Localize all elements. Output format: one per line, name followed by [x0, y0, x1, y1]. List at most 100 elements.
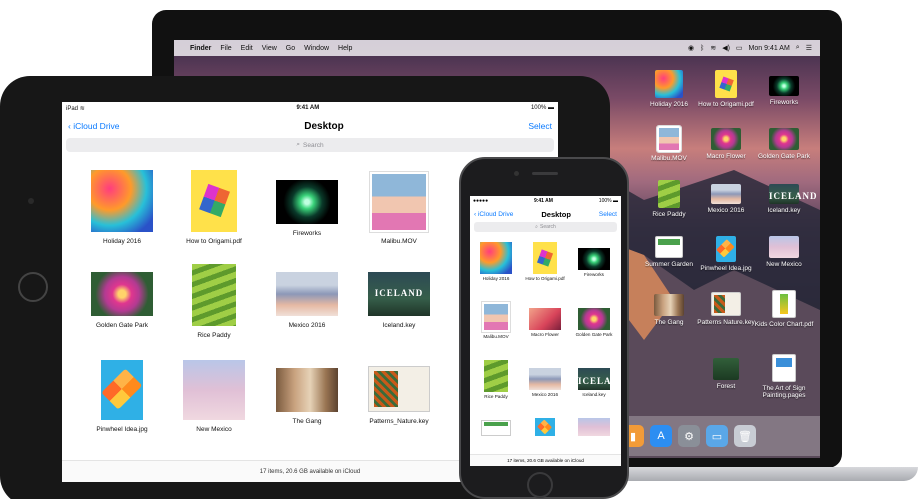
file-thumbnail — [276, 272, 338, 316]
file-thumbnail — [191, 170, 237, 232]
file-tile[interactable]: Macro Flower — [522, 308, 568, 337]
desktop-icon[interactable]: New Mexico — [754, 236, 814, 268]
file-tile[interactable]: Patterns_Nature.key — [349, 366, 449, 425]
carrier-label: iPad ≋ — [66, 105, 85, 112]
file-tile[interactable]: How to Origami.pdf — [164, 170, 264, 245]
file-tile[interactable]: Fireworks — [571, 248, 617, 277]
file-name: Rice Paddy — [197, 332, 231, 339]
iphone-home-button[interactable] — [527, 472, 553, 498]
iphone-speaker — [532, 172, 558, 175]
file-tile[interactable] — [522, 418, 568, 436]
file-thumbnail — [769, 236, 799, 258]
file-tile[interactable]: Fireworks — [257, 180, 357, 237]
file-thumbnail — [484, 360, 508, 392]
menu-window[interactable]: Window — [304, 45, 329, 52]
file-thumbnail — [535, 418, 555, 436]
battery-icon[interactable]: ▭ — [736, 44, 743, 52]
volume-icon[interactable]: ◀) — [722, 44, 730, 52]
menubar-clock[interactable]: Mon 9:41 AM — [749, 45, 790, 52]
file-thumbnail — [101, 360, 143, 420]
desktop-icon[interactable]: Kids Color Chart.pdf — [754, 290, 814, 328]
file-thumbnail — [711, 184, 741, 204]
desktop-icon[interactable]: Iceland.key — [754, 184, 814, 214]
file-tile[interactable]: Malibu.MOV — [473, 301, 519, 339]
file-thumbnail — [713, 358, 739, 380]
iphone-status-bar: ●●●●● 9:41 AM 100% ▬ — [470, 196, 621, 206]
menu-help[interactable]: Help — [338, 45, 352, 52]
search-field[interactable]: ⌕ Search — [66, 138, 554, 152]
file-tile[interactable]: Iceland.key — [349, 272, 449, 329]
desktop-icon[interactable]: The Art of Sign Painting.pages — [754, 354, 814, 399]
file-tile[interactable]: Pinwheel Idea.jpg — [72, 360, 172, 433]
file-tile[interactable] — [571, 418, 617, 436]
file-thumbnail — [192, 264, 236, 326]
file-thumbnail — [772, 290, 796, 318]
file-tile[interactable]: Mexico 2016 — [522, 368, 568, 397]
device-composite: Finder File Edit View Go Window Help ◉ ᛒ… — [0, 0, 918, 499]
spotlight-icon[interactable]: ⌕ — [796, 44, 800, 52]
back-button[interactable]: ‹ iCloud Drive — [68, 121, 120, 131]
desktop-icon[interactable]: The Gang — [639, 294, 699, 326]
mac-menubar: Finder File Edit View Go Window Help ◉ ᛒ… — [174, 40, 820, 56]
file-tile[interactable]: Rice Paddy — [164, 264, 264, 339]
menu-edit[interactable]: Edit — [241, 45, 253, 52]
menu-file[interactable]: File — [220, 45, 231, 52]
menu-go[interactable]: Go — [286, 45, 295, 52]
wifi-icon[interactable]: ≋ — [710, 44, 716, 52]
desktop-icon[interactable]: Malibu.MOV — [639, 125, 699, 162]
desktop-icon-label: Kids Color Chart.pdf — [754, 321, 814, 328]
back-button[interactable]: ‹ iCloud Drive — [474, 211, 513, 218]
bluetooth-icon[interactable]: ᛒ — [700, 45, 704, 52]
desktop-icon[interactable]: Holiday 2016 — [639, 70, 699, 108]
file-name: Holiday 2016 — [482, 276, 510, 281]
system-preferences-icon[interactable]: ⚙ — [678, 425, 700, 447]
desktop-icon[interactable]: Rice Paddy — [639, 180, 699, 218]
downloads-folder-icon[interactable]: ▭ — [706, 425, 728, 447]
file-tile[interactable]: Holiday 2016 — [473, 242, 519, 281]
desktop-icon[interactable]: Mexico 2016 — [696, 184, 756, 214]
file-thumbnail — [656, 125, 682, 153]
siri-icon[interactable]: ◉ — [688, 44, 694, 52]
file-tile[interactable]: Holiday 2016 — [72, 170, 172, 245]
file-thumbnail — [91, 170, 153, 232]
ipad-home-button[interactable] — [18, 272, 48, 302]
menu-finder[interactable]: Finder — [190, 45, 211, 52]
desktop-icon[interactable]: Summer Garden — [639, 236, 699, 268]
trash-icon[interactable]: 🗑 — [734, 425, 756, 447]
file-tile[interactable]: Golden Gate Park — [72, 272, 172, 329]
desktop-icon[interactable]: Golden Gate Park — [754, 128, 814, 160]
file-tile[interactable]: Rice Paddy — [473, 360, 519, 399]
desktop-icon[interactable]: Forest — [696, 358, 756, 390]
desktop-icon-label: Mexico 2016 — [707, 207, 745, 214]
desktop-icon[interactable]: Macro Flower — [696, 128, 756, 160]
file-tile[interactable]: How to Origami.pdf — [522, 242, 568, 281]
wifi-icon: ≋ — [79, 105, 85, 112]
file-thumbnail — [578, 368, 610, 390]
file-tile[interactable]: Iceland.key — [571, 368, 617, 397]
file-tile[interactable]: Golden Gate Park — [571, 308, 617, 337]
battery-indicator: 100% ▬ — [598, 198, 618, 204]
file-thumbnail — [480, 242, 512, 274]
file-tile[interactable]: New Mexico — [164, 360, 264, 433]
file-tile[interactable] — [473, 420, 519, 436]
desktop-icon[interactable]: Patterns Nature.key — [696, 292, 756, 326]
file-thumbnail — [654, 294, 684, 316]
select-button[interactable]: Select — [599, 211, 617, 218]
search-field[interactable]: ⌕ Search — [474, 222, 617, 232]
app-store-icon[interactable]: A — [650, 425, 672, 447]
file-tile[interactable]: Malibu.MOV — [349, 171, 449, 245]
file-thumbnail — [276, 368, 338, 412]
desktop-icon[interactable]: Pinwheel Idea.jpg — [696, 236, 756, 272]
file-tile[interactable]: The Gang — [257, 368, 357, 425]
menu-view[interactable]: View — [262, 45, 277, 52]
ipad-camera — [28, 198, 34, 204]
select-button[interactable]: Select — [528, 121, 552, 131]
file-name: Malibu.MOV — [381, 238, 417, 245]
file-thumbnail — [91, 272, 153, 316]
file-tile[interactable]: Mexico 2016 — [257, 272, 357, 329]
notification-center-icon[interactable]: ☰ — [806, 44, 812, 52]
desktop-icon[interactable]: Fireworks — [754, 76, 814, 106]
desktop-icon-label: The Gang — [654, 319, 684, 326]
desktop-icon[interactable]: How to Origami.pdf — [696, 70, 756, 108]
desktop-icon-label: Rice Paddy — [652, 211, 686, 218]
